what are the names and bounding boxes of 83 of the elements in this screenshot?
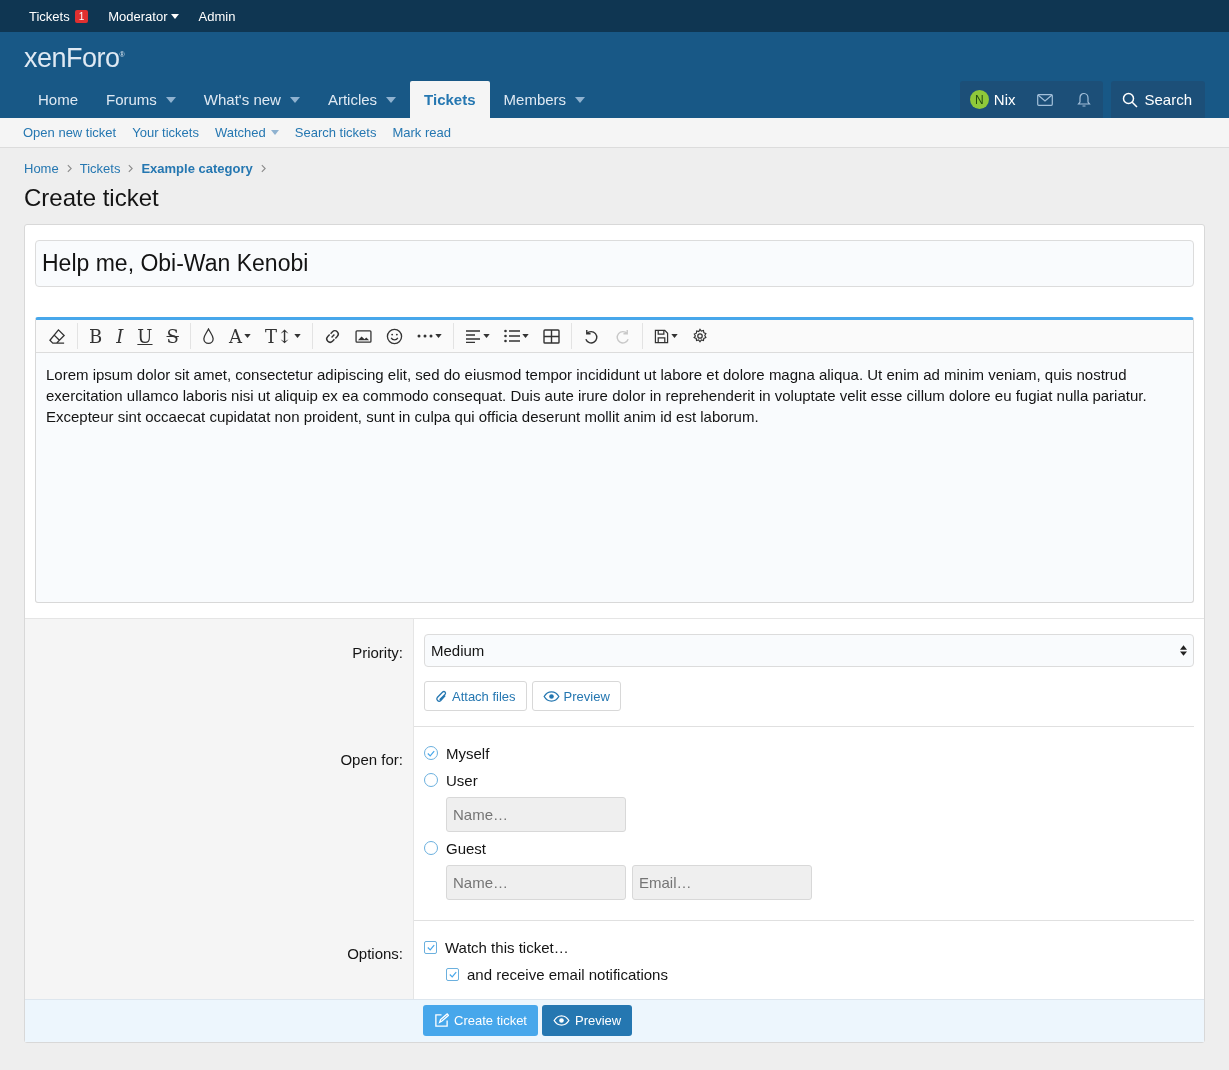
checkbox[interactable] bbox=[424, 940, 437, 954]
staff-bar-link[interactable]: Admin bbox=[198, 8, 236, 24]
nav-tab[interactable]: Tickets bbox=[410, 81, 490, 118]
radio-option[interactable]: Myself bbox=[424, 742, 1194, 764]
link-icon bbox=[323, 327, 341, 345]
field-label: Open for: bbox=[340, 751, 403, 768]
caret-icon bbox=[289, 96, 300, 103]
search-button[interactable]: Search bbox=[1111, 81, 1205, 118]
caret-icon bbox=[575, 96, 586, 103]
list-icon bbox=[503, 329, 520, 343]
check-icon bbox=[426, 943, 435, 951]
nav-tab[interactable]: Home bbox=[24, 81, 92, 118]
bell-icon[interactable] bbox=[1077, 91, 1092, 108]
eye-icon bbox=[553, 1015, 570, 1026]
caret-icon bbox=[434, 334, 442, 338]
radio-option[interactable]: Guest bbox=[424, 837, 1194, 859]
nav-tab[interactable]: Forums bbox=[92, 81, 190, 118]
caret-icon bbox=[170, 13, 179, 19]
caret-icon bbox=[270, 130, 279, 135]
field-label: Priority: bbox=[352, 644, 403, 661]
checkbox[interactable] bbox=[446, 967, 459, 981]
priority-select[interactable]: Medium bbox=[424, 634, 1194, 667]
table-icon bbox=[542, 328, 560, 344]
toolbar-button[interactable]: T↕ bbox=[257, 323, 308, 349]
subnav-link[interactable]: Mark read bbox=[392, 125, 451, 140]
username: Nix bbox=[993, 91, 1016, 108]
image-icon bbox=[354, 329, 372, 343]
edit-icon bbox=[434, 1013, 449, 1028]
align-left-icon bbox=[464, 329, 481, 343]
undo-icon bbox=[582, 327, 600, 345]
toolbar-button[interactable]: I bbox=[109, 323, 131, 349]
eye-icon bbox=[542, 690, 560, 702]
caret-icon bbox=[293, 334, 301, 338]
paperclip-icon bbox=[435, 688, 448, 704]
page-title: Create ticket bbox=[24, 184, 160, 212]
breadcrumb-link[interactable]: Tickets bbox=[79, 161, 121, 176]
chevron-icon bbox=[66, 164, 72, 173]
field-label: Options: bbox=[347, 945, 403, 962]
editor-text[interactable]: Lorem ipsum dolor sit amet, consectetur adipiscing elit, sed do eiusmod tempor incididunt ut labore et dolore magna aliqua. Ut enim ad minim veniam, quis nostrud exercitation ullamco laboris nisi ut aliquip ex ea commodo consequat. Duis aute irure dolor in reprehenderit in voluptate velit esse cillum dolore eu fugiat nulla pariatur. Excepteur sint occaecat cupidatat non proident, sunt in culpa qui officia deserunt mollit anim id est laborum. bbox=[36, 353, 1193, 602]
nav-tab[interactable]: What's new bbox=[189, 81, 314, 118]
breadcrumb-link[interactable]: Home bbox=[24, 161, 59, 176]
count-badge: 1 bbox=[74, 9, 89, 23]
attach-bar-button[interactable]: Preview bbox=[531, 681, 621, 711]
checkbox-option[interactable]: Watch this ticket… bbox=[424, 936, 1194, 958]
subnav-link[interactable]: Open new ticket bbox=[23, 125, 117, 140]
chevron-icon bbox=[260, 164, 266, 173]
settings-icon bbox=[691, 328, 708, 344]
check-icon bbox=[448, 970, 457, 978]
caret-icon bbox=[386, 96, 397, 103]
search-icon bbox=[1122, 91, 1139, 108]
subnav-link[interactable]: Your tickets bbox=[132, 125, 199, 140]
caret-icon bbox=[521, 334, 529, 338]
title-field[interactable]: Help me, Obi-Wan Kenobi bbox=[35, 240, 1194, 287]
caret-icon bbox=[165, 96, 176, 103]
eraser-icon bbox=[49, 327, 66, 345]
caret-icon bbox=[482, 334, 490, 338]
nav-tab[interactable]: Articles bbox=[313, 81, 411, 118]
radio-option[interactable]: User bbox=[424, 769, 1194, 791]
toolbar-button[interactable]: A bbox=[221, 323, 258, 349]
nav-tab[interactable]: Members bbox=[489, 81, 600, 118]
site-logo[interactable]: xenForo$^{®}$ bbox=[0, 32, 1229, 80]
staff-bar-link[interactable]: Tickets 1 bbox=[29, 8, 89, 24]
check-icon bbox=[427, 749, 435, 757]
caret-icon bbox=[243, 334, 251, 338]
smiley-icon bbox=[385, 327, 403, 345]
toolbar-button[interactable]: U bbox=[130, 323, 160, 349]
staff-bar-link[interactable]: Moderator bbox=[108, 8, 179, 24]
breadcrumb-link[interactable]: Example category bbox=[141, 161, 253, 176]
checkbox-option[interactable]: and receive email notifications bbox=[446, 963, 1194, 985]
subnav-link[interactable]: Search tickets bbox=[294, 125, 377, 140]
user-link[interactable]: N Nix bbox=[959, 90, 1026, 109]
chevron-icon bbox=[128, 164, 134, 173]
submit-button[interactable]: Preview bbox=[542, 1005, 633, 1036]
droplet-icon bbox=[201, 327, 215, 345]
toolbar-button[interactable]: B bbox=[82, 323, 110, 349]
subnav-link[interactable]: Watched bbox=[214, 125, 279, 140]
caret-icon bbox=[670, 334, 678, 338]
envelope-icon[interactable] bbox=[1037, 93, 1054, 106]
select-arrows-icon bbox=[1180, 645, 1187, 656]
ellipsis-icon bbox=[416, 334, 433, 338]
avatar: N bbox=[969, 90, 989, 109]
attach-bar-button[interactable]: Attach files bbox=[424, 681, 527, 711]
toolbar-button[interactable]: S bbox=[159, 323, 186, 349]
